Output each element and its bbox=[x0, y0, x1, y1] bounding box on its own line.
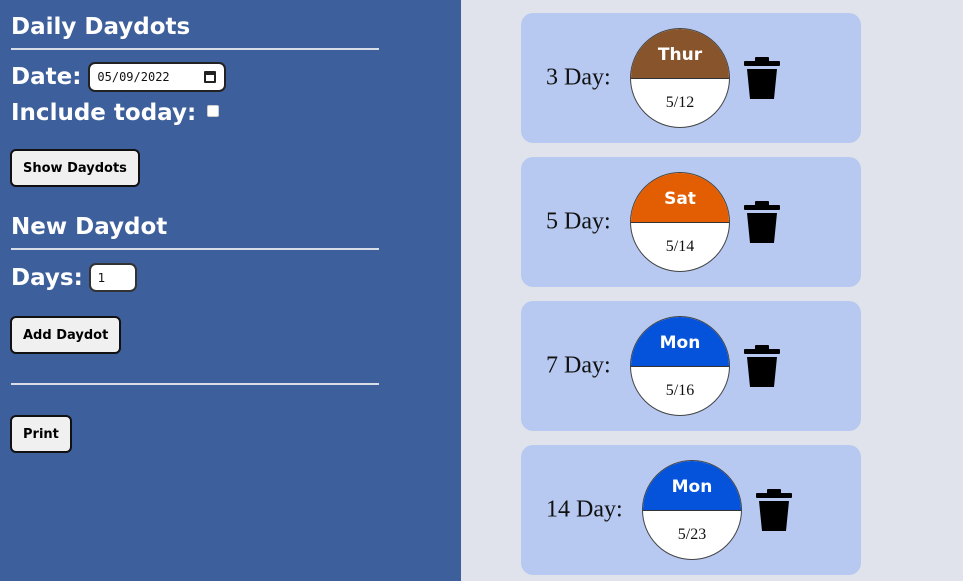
daydot-date: 5/23 bbox=[677, 526, 707, 543]
daydot-circle: Sat 5/14 bbox=[630, 172, 730, 272]
date-value: 05/09/2022 bbox=[97, 70, 170, 84]
divider bbox=[11, 383, 379, 385]
days-value: 1 bbox=[97, 270, 106, 285]
include-today-checkbox[interactable] bbox=[207, 105, 220, 117]
daydot-weekday: Sat bbox=[631, 173, 729, 223]
trash-icon[interactable] bbox=[743, 201, 781, 243]
days-row: Days: 1 bbox=[11, 263, 137, 292]
daydot-weekday: Thur bbox=[631, 29, 729, 79]
date-label: Date: bbox=[11, 64, 82, 90]
trash-icon[interactable] bbox=[755, 489, 793, 531]
daydot-label: 3 Day: bbox=[546, 64, 611, 91]
daydot-card: 5 Day: Sat 5/14 bbox=[521, 157, 861, 287]
daydot-label: 7 Day: bbox=[546, 352, 611, 379]
daily-daydots-title: Daily Daydots bbox=[11, 14, 191, 40]
daydot-weekday: Mon bbox=[643, 461, 741, 511]
daydot-card: 7 Day: Mon 5/16 bbox=[521, 301, 861, 431]
print-button[interactable]: Print bbox=[10, 415, 72, 453]
include-today-row: Include today: bbox=[11, 100, 220, 126]
calendar-icon[interactable] bbox=[204, 71, 217, 83]
new-daydot-title: New Daydot bbox=[11, 214, 168, 240]
daydot-circle: Mon 5/16 bbox=[630, 316, 730, 416]
divider bbox=[11, 248, 379, 250]
daydot-circle: Thur 5/12 bbox=[630, 28, 730, 128]
daydot-date: 5/14 bbox=[665, 238, 695, 255]
date-row: Date: 05/09/2022 bbox=[11, 62, 227, 92]
divider bbox=[11, 48, 379, 50]
days-input[interactable]: 1 bbox=[88, 263, 137, 292]
daydot-label: 14 Day: bbox=[546, 496, 623, 523]
daydot-card: 3 Day: Thur 5/12 bbox=[521, 13, 861, 143]
trash-icon[interactable] bbox=[743, 345, 781, 387]
daydot-card: 14 Day: Mon 5/23 bbox=[521, 445, 861, 575]
add-daydot-button[interactable]: Add Daydot bbox=[10, 316, 122, 354]
daydot-date: 5/12 bbox=[665, 94, 695, 111]
daydot-weekday: Mon bbox=[631, 317, 729, 367]
daydot-label: 5 Day: bbox=[546, 208, 611, 235]
daydot-date: 5/16 bbox=[665, 382, 695, 399]
date-input[interactable]: 05/09/2022 bbox=[88, 62, 227, 92]
include-today-label: Include today: bbox=[11, 100, 197, 126]
sidebar: Daily Daydots Date: 05/09/2022 Include t… bbox=[0, 0, 461, 581]
days-label: Days: bbox=[11, 264, 83, 291]
show-daydots-button[interactable]: Show Daydots bbox=[10, 149, 140, 187]
daydot-circle: Mon 5/23 bbox=[642, 460, 742, 560]
trash-icon[interactable] bbox=[743, 57, 781, 99]
